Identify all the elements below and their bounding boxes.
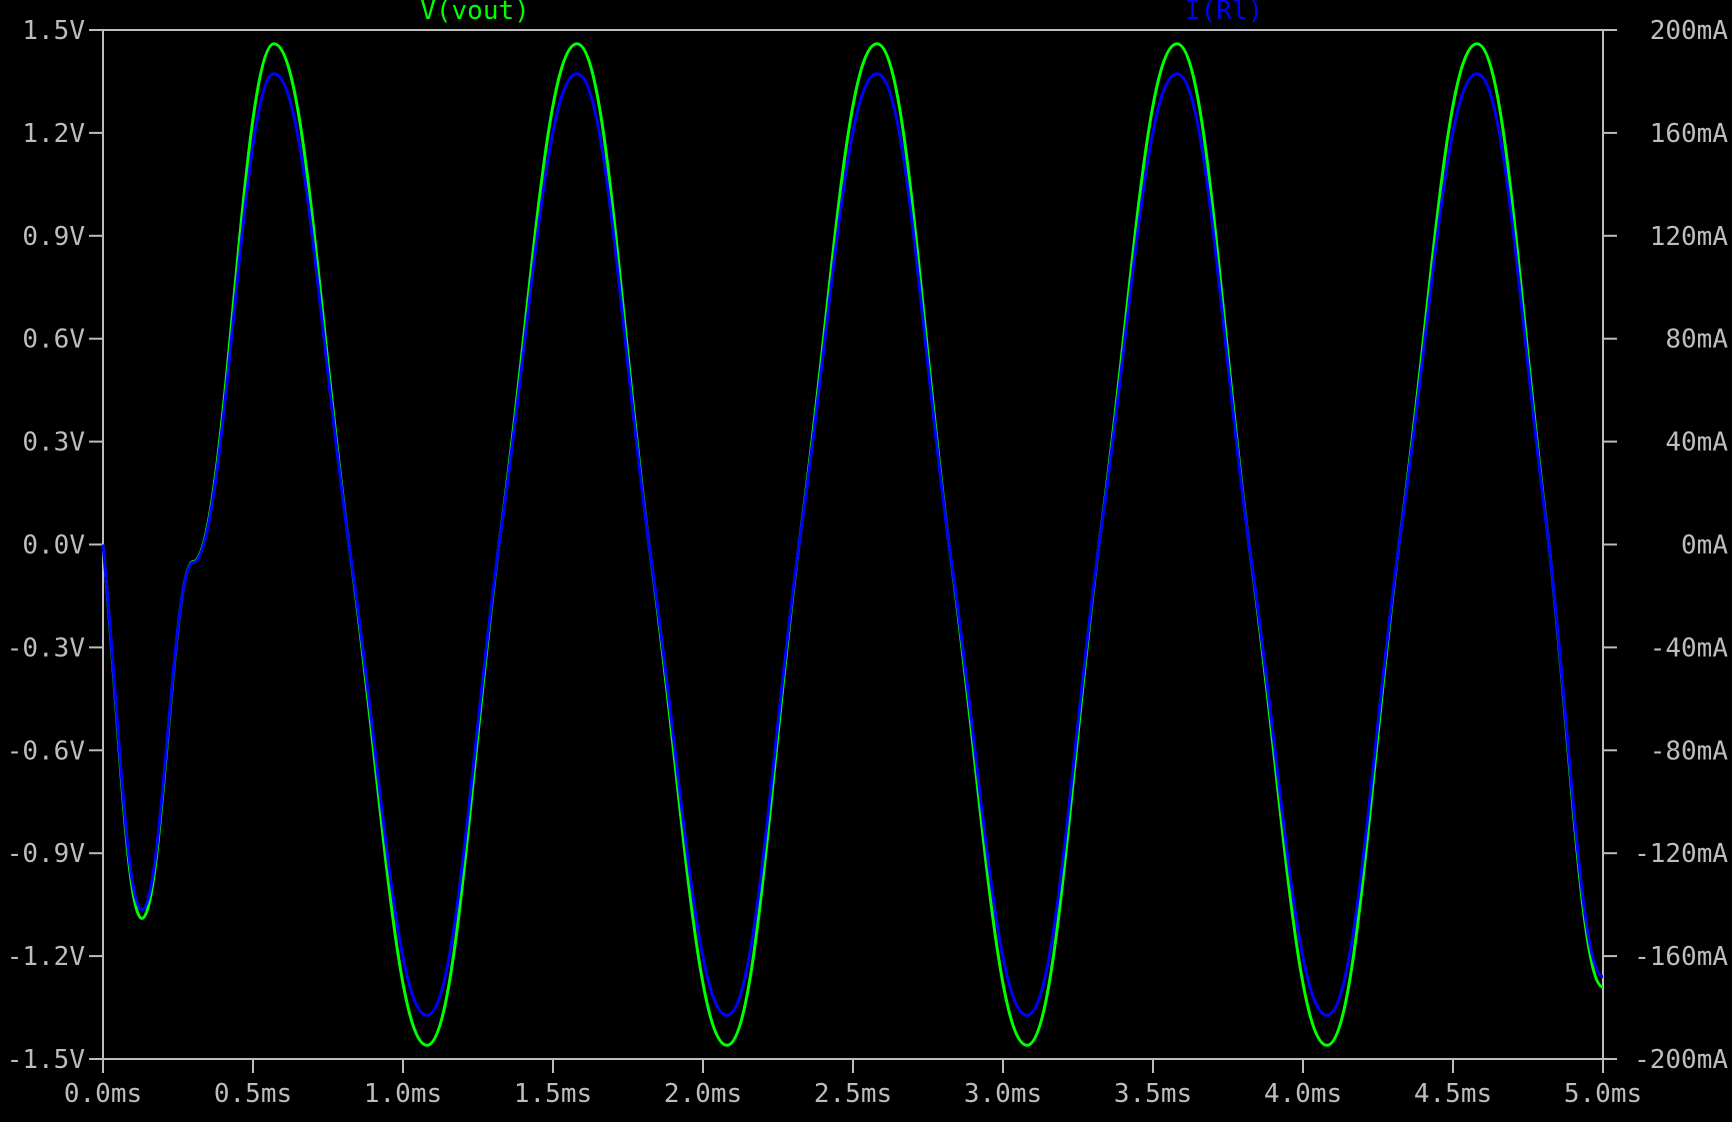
right-tick-label: -120mA — [1634, 839, 1728, 869]
legend-irl[interactable]: I(Rl) — [1185, 0, 1263, 26]
right-tick-label: 40mA — [1665, 428, 1728, 458]
left-tick-label: -1.5V — [7, 1045, 85, 1075]
left-tick-label: -0.9V — [7, 839, 85, 869]
left-tick-label: 1.5V — [22, 16, 85, 46]
x-tick-label: 2.0ms — [664, 1079, 742, 1109]
x-tick-label: 0.5ms — [214, 1079, 292, 1109]
right-tick-label: -40mA — [1650, 633, 1729, 663]
x-tick-label: 1.0ms — [364, 1079, 442, 1109]
right-tick-label: 120mA — [1650, 222, 1729, 252]
left-tick-label: -0.3V — [7, 633, 85, 663]
x-tick-label: 3.5ms — [1114, 1079, 1192, 1109]
right-tick-label: 80mA — [1665, 325, 1728, 355]
right-tick-label: 200mA — [1650, 16, 1729, 46]
x-tick-label: 4.5ms — [1414, 1079, 1492, 1109]
right-tick-label: 0mA — [1681, 531, 1728, 561]
x-tick-label: 2.5ms — [814, 1079, 892, 1109]
x-tick-label: 5.0ms — [1564, 1079, 1642, 1109]
right-tick-label: -200mA — [1634, 1045, 1728, 1075]
right-tick-label: -160mA — [1634, 942, 1728, 972]
right-tick-label: -80mA — [1650, 736, 1729, 766]
x-tick-label: 3.0ms — [964, 1079, 1042, 1109]
left-tick-label: 0.0V — [22, 531, 85, 561]
left-tick-label: 1.2V — [22, 119, 85, 149]
legend-vout[interactable]: V(vout) — [420, 0, 530, 26]
waveform-plot: 1.5V 1.2V 0.9V 0.6V 0.3V 0.0V -0.3V -0.6V -0.9V -… — [0, 0, 1732, 1122]
left-tick-label: 0.6V — [22, 325, 85, 355]
plot-background — [0, 0, 1732, 1122]
left-tick-label: -1.2V — [7, 942, 85, 972]
x-tick-label: 4.0ms — [1264, 1079, 1342, 1109]
right-tick-label: 160mA — [1650, 119, 1729, 149]
left-tick-label: 0.3V — [22, 428, 85, 458]
x-tick-label: 1.5ms — [514, 1079, 592, 1109]
left-tick-label: -0.6V — [7, 736, 85, 766]
x-tick-label: 0.0ms — [64, 1079, 142, 1109]
left-tick-label: 0.9V — [22, 222, 85, 252]
